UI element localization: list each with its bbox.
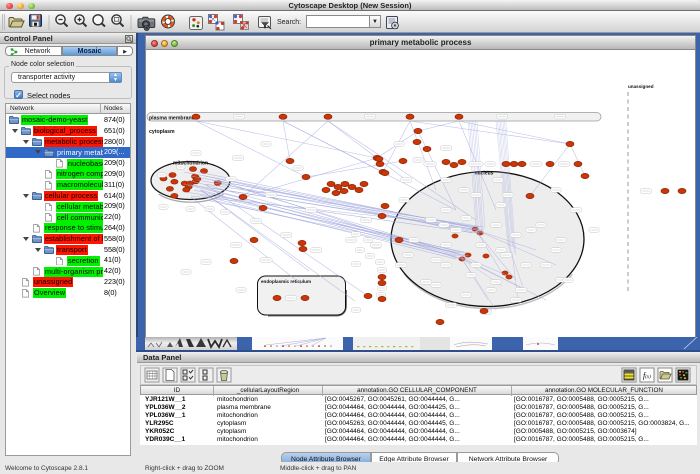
svg-text:plasma membrane: plasma membrane [149,116,195,122]
svg-text:cytoplasm: cytoplasm [149,129,175,135]
svg-text:endoplasmic reticulum: endoplasmic reticulum [261,279,311,284]
svg-text:unassigned: unassigned [628,84,654,89]
